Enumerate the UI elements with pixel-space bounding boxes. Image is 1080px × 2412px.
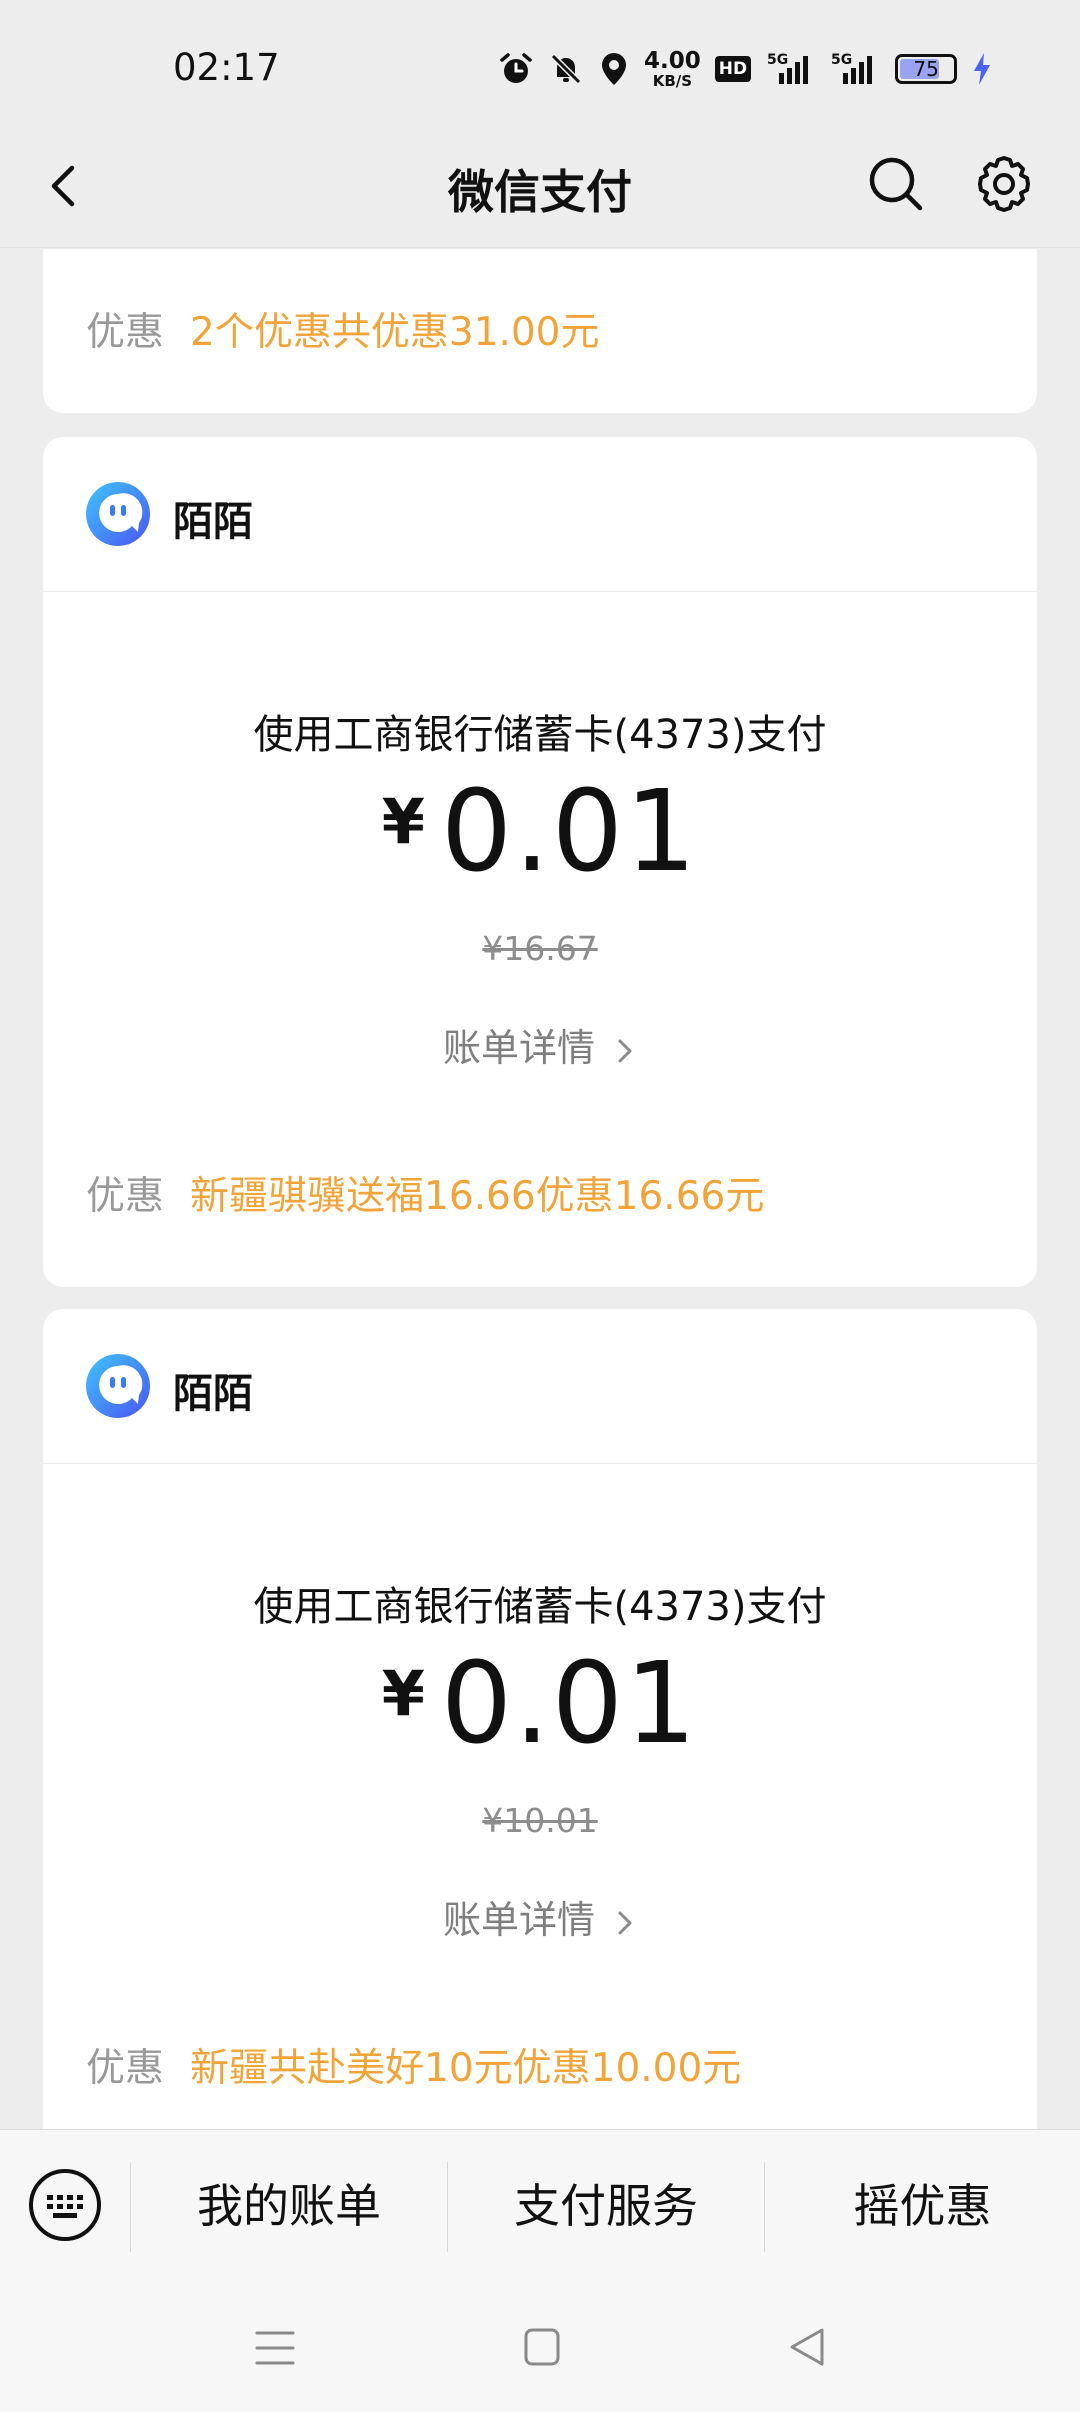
system-nav-bar (0, 2282, 1080, 2412)
transaction-card[interactable]: 陌陌 使用工商银行储蓄卡(4373)支付 ¥0.01 ¥10.01 账单详情 优… (43, 1309, 1037, 2129)
bill-detail-label: 账单详情 (442, 1898, 595, 1942)
status-time: 02:17 (173, 46, 280, 89)
hd-badge: HD (714, 56, 752, 82)
app-root: 02:17 4.00 KB/S HD 5G 5G 75 微信支付 优惠 2个优惠… (0, 0, 1080, 2412)
discount-row: 优惠 新疆共赴美好10元优惠10.00元 (86, 2037, 741, 2093)
momo-logo-icon (86, 482, 150, 546)
bottom-menu-bar: 我的账单 支付服务 摇优惠 (0, 2129, 1080, 2282)
home-square-icon[interactable] (522, 2326, 562, 2368)
transaction-list[interactable]: 优惠 2个优惠共优惠31.00元 陌陌 使用工商银行储蓄卡(4373)支付 ¥ … (0, 249, 1080, 2129)
back-triangle-icon[interactable] (786, 2326, 828, 2368)
signal-1-label: 5G (767, 52, 788, 68)
original-amount: ¥16.67 (482, 929, 598, 968)
transaction-card-partial[interactable]: 优惠 2个优惠共优惠31.00元 (43, 249, 1037, 413)
signal-5g-icon-2: 5G (831, 52, 873, 84)
chevron-right-icon (618, 1039, 632, 1062)
alarm-icon (500, 53, 532, 83)
status-icons: 4.00 KB/S HD 5G 5G 75 (498, 42, 1007, 96)
charging-icon (974, 53, 991, 85)
bill-detail-label: 账单详情 (442, 1026, 595, 1070)
network-speed: 4.00 KB/S (644, 47, 701, 90)
currency-symbol: ¥ (381, 785, 425, 858)
merchant-header[interactable]: 陌陌 (43, 437, 1037, 592)
momo-logo-icon (86, 1354, 150, 1418)
chevron-right-icon (618, 1911, 632, 1934)
keyboard-icon[interactable] (27, 2167, 103, 2243)
bill-detail-link[interactable]: 账单详情 (43, 1889, 1037, 1944)
discount-row: 优惠 新疆骐骥送福16.66优惠16.66元 (86, 1165, 764, 1221)
settings-gear-icon[interactable] (972, 152, 1036, 216)
network-speed-value: 4.00 (644, 47, 701, 74)
original-amount: ¥10.01 (482, 1801, 598, 1840)
merchant-name: 陌陌 (173, 499, 253, 545)
discount-text: 新疆骐骥送福16.66优惠16.66元 (190, 1174, 765, 1219)
battery-level: 75 (913, 57, 939, 81)
menu-lines-icon[interactable] (254, 2328, 296, 2368)
search-icon[interactable] (864, 152, 928, 216)
bill-detail-link[interactable]: 账单详情 (43, 1017, 1037, 1072)
signal-2-label: 5G (831, 52, 852, 68)
discount-row: 优惠 2个优惠共优惠31.00元 (86, 301, 599, 357)
payment-method: 使用工商银行储蓄卡(4373)支付 (253, 712, 827, 758)
amount-value: 0.01 (440, 767, 699, 897)
menu-my-bills[interactable]: 我的账单 (131, 2130, 447, 2283)
network-speed-unit: KB/S (652, 71, 693, 90)
merchant-name: 陌陌 (173, 1371, 253, 1417)
menu-shake-discount[interactable]: 摇优惠 (765, 2130, 1080, 2283)
discount-label: 优惠 (86, 1174, 165, 1219)
menu-payment-services[interactable]: 支付服务 (448, 2130, 764, 2283)
discount-label: 优惠 (86, 310, 165, 355)
merchant-header[interactable]: 陌陌 (43, 1309, 1037, 1464)
discount-text: 2个优惠共优惠31.00元 (190, 310, 600, 355)
transaction-card[interactable]: 陌陌 使用工商银行储蓄卡(4373)支付 ¥0.01 ¥16.67 账单详情 优… (43, 437, 1037, 1287)
nav-bar: 微信支付 (0, 124, 1080, 248)
discount-text: 新疆共赴美好10元优惠10.00元 (190, 2046, 742, 2091)
amount-value: 0.01 (440, 1639, 699, 1769)
signal-5g-icon: 5G (767, 52, 809, 84)
mute-bell-icon (550, 53, 582, 85)
location-icon (602, 53, 626, 85)
discount-label: 优惠 (86, 2046, 165, 2091)
payment-amount: ¥0.01 (43, 767, 1037, 897)
payment-method: 使用工商银行储蓄卡(4373)支付 (253, 1584, 827, 1630)
battery-icon: 75 (895, 54, 958, 84)
status-bar: 02:17 4.00 KB/S HD 5G 5G 75 (0, 0, 1080, 124)
payment-amount: ¥0.01 (43, 1639, 1037, 1769)
currency-symbol: ¥ (381, 1657, 425, 1730)
